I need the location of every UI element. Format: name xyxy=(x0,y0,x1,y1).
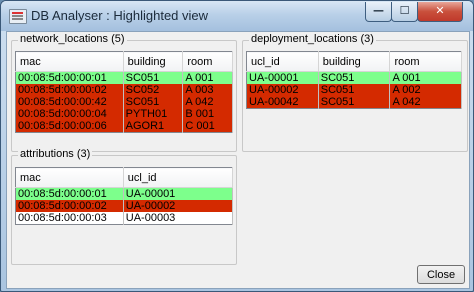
maximize-icon: ☐ xyxy=(399,4,410,17)
column-header-room[interactable]: room xyxy=(389,51,462,72)
table-row[interactable]: UA-00042 SC051 A 042 xyxy=(246,96,462,109)
column-header-mac[interactable]: mac xyxy=(15,51,124,72)
table-row[interactable]: UA-00002 SC051 A 002 xyxy=(246,84,462,96)
table-row[interactable]: 00:08:5d:00:00:03 UA-00003 xyxy=(15,212,234,225)
table-cell: SC051 xyxy=(318,96,391,109)
table-cell: SC051 xyxy=(123,96,184,108)
table-cell: C 001 xyxy=(182,120,233,133)
window-title: DB Analyser : Highlighted view xyxy=(31,8,209,23)
table-cell: UA-00042 xyxy=(246,96,319,109)
table-cell: 00:08:5d:00:00:06 xyxy=(15,120,124,133)
table-cell: 00:08:5d:00:00:02 xyxy=(15,200,124,212)
table-cell: UA-00003 xyxy=(123,212,234,225)
table-cell: UA-00001 xyxy=(123,187,234,200)
table-cell: AGOR1 xyxy=(123,120,184,133)
table-cell: PYTH01 xyxy=(123,108,184,120)
table-cell: 00:08:5d:00:00:02 xyxy=(15,84,124,96)
table-cell: 00:08:5d:00:00:42 xyxy=(15,96,124,108)
database-table-icon xyxy=(9,9,27,24)
table-row[interactable]: 00:08:5d:00:00:02 SC052 A 003 xyxy=(15,84,233,96)
table-cell: A 003 xyxy=(182,84,233,96)
close-icon: ✕ xyxy=(435,4,445,17)
table-cell: SC051 xyxy=(318,71,391,84)
column-header-mac[interactable]: mac xyxy=(15,167,124,188)
table-row[interactable]: 00:08:5d:00:00:01 UA-00001 xyxy=(15,187,234,200)
network-locations-group: network_locations (5) mac building room … xyxy=(11,33,237,152)
deployment-locations-group: deployment_locations (3) ucl_id building… xyxy=(242,33,468,152)
table-cell: 00:08:5d:00:00:04 xyxy=(15,108,124,120)
attributions-table[interactable]: mac ucl_id 00:08:5d:00:00:01 UA-00001 00:0… xyxy=(15,167,234,225)
deployment-locations-title: deployment_locations (3) xyxy=(249,33,376,45)
table-row[interactable]: 00:08:5d:00:00:06 AGOR1 C 001 xyxy=(15,120,233,133)
minimize-button[interactable]: — xyxy=(365,2,392,22)
table-cell: SC051 xyxy=(318,84,391,96)
table-cell: 00:08:5d:00:00:01 xyxy=(15,187,124,200)
close-window-button[interactable]: ✕ xyxy=(417,2,463,22)
client-area: network_locations (5) mac building room … xyxy=(6,31,470,289)
table-cell: A 001 xyxy=(389,71,462,84)
column-header-building[interactable]: building xyxy=(123,51,184,72)
column-header-room[interactable]: room xyxy=(182,51,233,72)
table-cell: UA-00002 xyxy=(123,200,234,212)
table-row[interactable]: 00:08:5d:00:00:01 SC051 A 001 xyxy=(15,71,233,84)
table-row[interactable]: UA-00001 SC051 A 001 xyxy=(246,71,462,84)
close-button[interactable]: Close xyxy=(417,265,465,284)
table-cell: SC052 xyxy=(123,84,184,96)
deployment-locations-table[interactable]: ucl_id building room UA-00001 SC051 A 001 U… xyxy=(246,51,462,109)
column-header-ucl-id[interactable]: ucl_id xyxy=(123,167,234,188)
table-cell: SC051 xyxy=(123,71,184,84)
column-header-building[interactable]: building xyxy=(318,51,391,72)
maximize-button[interactable]: ☐ xyxy=(391,2,418,22)
table-cell: A 001 xyxy=(182,71,233,84)
table-cell: A 042 xyxy=(389,96,462,109)
network-locations-table[interactable]: mac building room 00:08:5d:00:00:01 SC051… xyxy=(15,51,233,133)
table-cell: UA-00001 xyxy=(246,71,319,84)
table-cell: 00:08:5d:00:00:01 xyxy=(15,71,124,84)
title-bar: DB Analyser : Highlighted view — ☐ ✕ xyxy=(1,1,473,31)
table-row[interactable]: 00:08:5d:00:00:42 SC051 A 042 xyxy=(15,96,233,108)
table-cell: A 042 xyxy=(182,96,233,108)
app-window: DB Analyser : Highlighted view — ☐ ✕ net… xyxy=(0,0,474,292)
table-cell: UA-00002 xyxy=(246,84,319,96)
minimize-icon: — xyxy=(373,4,384,17)
attributions-group: attributions (3) mac ucl_id 00:08:5d:00:… xyxy=(11,148,237,265)
attributions-title: attributions (3) xyxy=(18,148,93,160)
table-cell: 00:08:5d:00:00:03 xyxy=(15,212,124,225)
table-row[interactable]: 00:08:5d:00:00:04 PYTH01 B 001 xyxy=(15,108,233,120)
column-header-ucl-id[interactable]: ucl_id xyxy=(246,51,319,72)
table-cell: A 002 xyxy=(389,84,462,96)
network-locations-title: network_locations (5) xyxy=(18,33,127,45)
table-cell: B 001 xyxy=(182,108,233,120)
table-row[interactable]: 00:08:5d:00:00:02 UA-00002 xyxy=(15,200,234,212)
